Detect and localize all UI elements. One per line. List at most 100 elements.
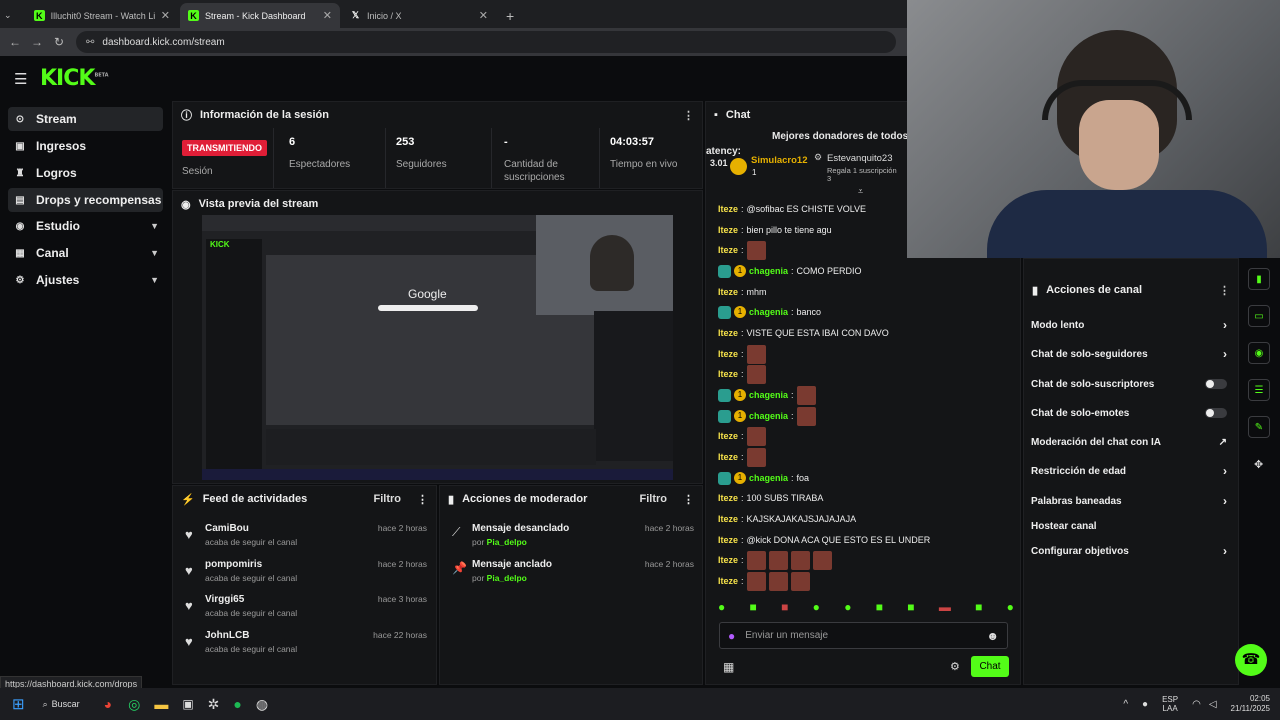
rail-wrench-icon[interactable]: ✎ <box>1248 416 1270 438</box>
app-icon[interactable]: ▣ <box>182 697 193 711</box>
chat-username[interactable]: chagenia <box>749 307 788 317</box>
action-banned-words[interactable]: Palabras baneadas › <box>1031 493 1227 509</box>
spotify-icon[interactable]: ● <box>233 696 241 712</box>
filter-button[interactable]: Filtro <box>640 493 668 505</box>
rail-list-icon[interactable]: ☰ <box>1248 379 1270 401</box>
openai-icon[interactable]: ✲ <box>208 696 220 713</box>
wifi-icon[interactable]: ◠ <box>1192 699 1201 710</box>
collapse-icon[interactable]: ⩡ <box>858 186 863 197</box>
volume-icon[interactable]: ◁ <box>1209 699 1217 710</box>
emote-icon[interactable]: ▬ <box>939 600 951 616</box>
rail-broadcast-icon[interactable]: ◉ <box>1248 342 1270 364</box>
donor-name[interactable]: Estevanquito23 <box>827 153 893 164</box>
url-field[interactable]: ⚯ dashboard.kick.com/stream <box>76 31 896 53</box>
stream-preview-video[interactable]: KICK Google <box>202 215 673 480</box>
more-options-icon[interactable]: ⋮ <box>683 493 694 506</box>
sidebar-item-estudio[interactable]: ◉ Estudio ▼ <box>8 214 163 238</box>
mod-user[interactable]: Pia_delpo <box>487 537 527 547</box>
sidebar-item-drops[interactable]: ▤ Drops y recompensas <box>8 188 163 212</box>
donor-name[interactable]: Simulacro12 <box>751 155 808 166</box>
clock[interactable]: 02:05 21/11/2025 <box>1231 694 1270 714</box>
chat-username[interactable]: Iteze <box>718 555 738 565</box>
kick-logo[interactable]: KICKBETA <box>40 66 109 91</box>
chrome-icon[interactable]: ◕ <box>104 696 112 712</box>
chat-username[interactable]: Iteze <box>718 369 738 379</box>
chat-username[interactable]: Iteze <box>718 328 738 338</box>
emoji-icon[interactable]: ☻ <box>986 629 999 643</box>
emote-icon[interactable]: ■ <box>750 600 757 616</box>
chat-username[interactable]: Iteze <box>718 431 738 441</box>
back-icon[interactable]: ← <box>4 35 26 49</box>
site-info-icon[interactable]: ⚯ <box>86 37 94 48</box>
sidebar-item-logros[interactable]: ♜ Logros <box>8 161 163 185</box>
chat-username[interactable]: Iteze <box>718 514 738 524</box>
subscribers-only-toggle[interactable] <box>1205 379 1227 389</box>
chat-username[interactable]: chagenia <box>749 411 788 421</box>
chat-username[interactable]: Iteze <box>718 576 738 586</box>
feed-user[interactable]: JohnLCB <box>205 630 249 641</box>
feed-user[interactable]: Virggi65 <box>205 594 244 605</box>
close-tab-icon[interactable]: ✕ <box>323 9 332 22</box>
tray-chevron-icon[interactable]: ^ <box>1123 699 1128 710</box>
chat-username[interactable]: chagenia <box>749 390 788 400</box>
menu-icon[interactable]: ☰ <box>14 70 27 88</box>
emote-icon[interactable]: ■ <box>907 600 914 616</box>
emote-icon[interactable]: ● <box>813 600 820 616</box>
tab-1[interactable]: K Stream - Kick Dashboard ✕ <box>180 3 340 28</box>
chat-username[interactable]: Iteze <box>718 452 738 462</box>
reload-icon[interactable]: ↻ <box>48 35 70 49</box>
emote-icon[interactable]: ● <box>718 600 725 616</box>
action-configure-goals[interactable]: Configurar objetivos › <box>1031 543 1227 559</box>
emote-icon[interactable]: ■ <box>876 600 883 616</box>
whatsapp-icon[interactable]: ◎ <box>128 696 140 713</box>
chat-username[interactable]: Iteze <box>718 349 738 359</box>
emotes-only-toggle[interactable] <box>1205 408 1227 418</box>
chat-username[interactable]: Iteze <box>718 204 738 214</box>
sidebar-item-stream[interactable]: ⊙ Stream <box>8 107 163 131</box>
more-options-icon[interactable]: ⋮ <box>417 493 428 506</box>
tab-2[interactable]: 𝕏 Inicio / X ✕ <box>342 3 496 28</box>
rail-apps-icon[interactable]: ✥ <box>1254 458 1263 471</box>
store-icon[interactable]: ▦ <box>723 660 734 674</box>
mod-user[interactable]: Pia_delpo <box>487 573 527 583</box>
language-indicator[interactable]: ESP LAA <box>1162 695 1178 713</box>
more-options-icon[interactable]: ⋮ <box>683 109 694 122</box>
chat-username[interactable]: Iteze <box>718 493 738 503</box>
action-followers-only[interactable]: Chat de solo-seguidores › <box>1031 346 1227 362</box>
folder-icon[interactable]: ▬ <box>154 696 168 712</box>
sidebar-item-ingresos[interactable]: ▣ Ingresos <box>8 134 163 158</box>
new-tab-button[interactable]: + <box>502 3 522 28</box>
taskbar-search[interactable]: ⌕ Buscar <box>43 699 80 710</box>
obs-icon[interactable]: ◍ <box>256 696 268 713</box>
action-subscribers-only[interactable]: Chat de solo-suscriptores <box>1031 376 1227 392</box>
chat-username[interactable]: Iteze <box>718 225 738 235</box>
chat-input[interactable]: ● Enviar un mensaje ☻ <box>719 622 1008 649</box>
feed-user[interactable]: pompomiris <box>205 559 262 570</box>
close-tab-icon[interactable]: ✕ <box>161 9 170 22</box>
tab-list-button[interactable]: ⌄ <box>4 3 20 28</box>
emote-icon[interactable]: ■ <box>781 600 788 616</box>
action-emotes-only[interactable]: Chat de solo-emotes <box>1031 405 1227 421</box>
chat-username[interactable]: chagenia <box>749 266 788 276</box>
feed-user[interactable]: CamiBou <box>205 523 249 534</box>
more-options-icon[interactable]: ⋮ <box>1219 284 1230 297</box>
sidebar-item-ajustes[interactable]: ⚙ Ajustes ▼ <box>8 268 163 292</box>
action-ai-moderation[interactable]: Moderación del chat con IA ↗ <box>1031 434 1227 450</box>
emote-icon[interactable]: ● <box>844 600 851 616</box>
mic-tray-icon[interactable]: ● <box>1142 699 1148 710</box>
close-tab-icon[interactable]: ✕ <box>479 9 488 22</box>
sidebar-item-canal[interactable]: ▦ Canal ▼ <box>8 241 163 265</box>
help-support-icon[interactable]: ☎ <box>1235 644 1267 676</box>
emote-icon[interactable]: ● <box>1007 600 1014 616</box>
tab-0[interactable]: K Illuchit0 Stream - Watch Live on Kick … <box>26 3 178 28</box>
send-chat-button[interactable]: Chat <box>971 656 1009 677</box>
action-slow-mode[interactable]: Modo lento › <box>1031 317 1227 333</box>
rail-clipboard-icon[interactable]: ▮ <box>1248 268 1270 290</box>
windows-start-icon[interactable]: ⊞ <box>12 695 25 713</box>
forward-icon[interactable]: → <box>26 35 48 49</box>
filter-button[interactable]: Filtro <box>374 493 402 505</box>
action-age-restriction[interactable]: Restricción de edad › <box>1031 463 1227 479</box>
mic-icon[interactable]: ● <box>728 629 735 643</box>
emote-icon[interactable]: ■ <box>975 600 982 616</box>
chat-username[interactable]: Iteze <box>718 287 738 297</box>
